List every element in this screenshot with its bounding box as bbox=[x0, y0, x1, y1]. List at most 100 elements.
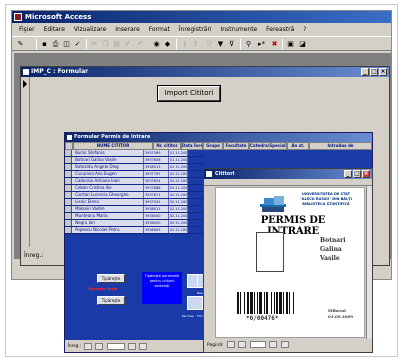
row-selector[interactable] bbox=[65, 171, 73, 177]
insert-hyperlink-icon[interactable]: ◉ bbox=[152, 40, 161, 49]
table-row[interactable]: Negru Ion393805002.11.2007 bbox=[65, 220, 205, 227]
menu-file[interactable]: Fişier bbox=[19, 26, 35, 33]
table-row[interactable]: Burac Stefania393736901.11.2004 bbox=[65, 150, 205, 157]
registration-date-cell[interactable]: 02.11.2007 bbox=[167, 213, 188, 219]
reader-name-cell[interactable]: Lisnic Elena bbox=[72, 199, 143, 205]
menu-view[interactable]: Vizualizare bbox=[74, 26, 106, 33]
table-row[interactable]: Popescu Nicolae Petru393806302.11.2007 bbox=[65, 227, 205, 234]
filter-by-selection-icon[interactable]: ▽ bbox=[205, 40, 214, 49]
spelling-icon[interactable]: ✓ bbox=[73, 40, 82, 49]
sort-descending-icon[interactable]: ↑ bbox=[191, 40, 200, 49]
format-painter-icon[interactable]: ✐ bbox=[123, 40, 132, 49]
group-cell[interactable] bbox=[187, 150, 205, 156]
reader-number-cell[interactable]: 3937797 bbox=[142, 171, 168, 177]
sort-ascending-icon[interactable]: ↓ bbox=[180, 40, 189, 49]
menu-tools[interactable]: Instrumente bbox=[221, 26, 258, 33]
column-header[interactable]: Grupa bbox=[203, 142, 223, 150]
registration-date-cell[interactable]: 02.11.2007 bbox=[167, 164, 188, 170]
table-row[interactable]: Lisnic Elena393794102.11.2007 bbox=[65, 199, 205, 206]
database-window-icon[interactable]: ▣ bbox=[286, 40, 295, 49]
reader-name-cell[interactable]: Caduraiu Adriana Ioan bbox=[72, 178, 143, 184]
print-one-button[interactable]: Tipăreşte bbox=[97, 274, 125, 283]
previous-page-button[interactable] bbox=[238, 341, 247, 348]
new-object-icon[interactable]: ◪ bbox=[298, 40, 307, 49]
row-selector[interactable] bbox=[65, 150, 73, 156]
reader-number-cell[interactable]: 3937941 bbox=[142, 199, 168, 205]
column-header[interactable]: An st. bbox=[287, 142, 309, 150]
reader-number-cell[interactable]: 3937369 bbox=[142, 150, 168, 156]
close-button[interactable]: × bbox=[362, 170, 370, 178]
table-row[interactable]: Ciortan Lucrecia Gheorghe 3937871 02.11.20… bbox=[65, 192, 205, 199]
cut-icon[interactable]: ✂ bbox=[90, 40, 99, 49]
group-cell[interactable] bbox=[187, 157, 205, 163]
table-row[interactable]: Botezatu Angela Oleg393801302.11.2007 bbox=[65, 164, 205, 171]
row-selector[interactable] bbox=[65, 220, 73, 226]
column-header[interactable]: Data Înreg. bbox=[181, 142, 203, 150]
reader-name-cell[interactable]: Ceban Cristina Ilie bbox=[72, 185, 143, 191]
row-selector[interactable] bbox=[65, 192, 73, 198]
paste-icon[interactable]: ▤ bbox=[112, 40, 121, 49]
close-button[interactable]: × bbox=[379, 68, 387, 76]
column-header[interactable]: Nr. cititor bbox=[153, 142, 181, 150]
filter-by-form-icon[interactable]: ▼ bbox=[216, 40, 225, 49]
reader-name-cell[interactable]: Negru Ion bbox=[72, 220, 143, 226]
next-page-button[interactable] bbox=[269, 341, 278, 348]
table-row[interactable]: Munteanu Maria393804002.11.2007 bbox=[65, 213, 205, 220]
registration-date-cell[interactable]: 02.11.2007 bbox=[167, 199, 188, 205]
row-selector[interactable] bbox=[65, 185, 73, 191]
table-row[interactable]: Malanin Vadim393801102.11.2007 bbox=[65, 206, 205, 213]
row-selector[interactable] bbox=[65, 199, 73, 205]
maximize-button[interactable]: □ bbox=[370, 68, 378, 76]
undo-icon[interactable]: ↶ bbox=[136, 40, 145, 49]
reader-number-cell[interactable]: 3938013 bbox=[142, 164, 168, 170]
registration-date-cell[interactable]: 02.11.2007 bbox=[167, 192, 188, 198]
table-row[interactable]: Ceban Cristina Ilie393786802.11.2007 bbox=[65, 185, 205, 192]
registration-date-cell[interactable]: 02.11.2007 bbox=[167, 206, 188, 212]
column-header[interactable]: Introdus de bbox=[309, 142, 372, 150]
row-selector[interactable] bbox=[65, 178, 73, 184]
reader-name-cell[interactable]: Botnari Galina Vasile bbox=[72, 157, 143, 163]
registration-date-cell[interactable]: 02.11.2007 bbox=[167, 220, 188, 226]
print-all-button[interactable]: Tipăreşte bbox=[97, 296, 125, 305]
menu-edit[interactable]: Editare bbox=[44, 26, 65, 33]
reader-number-cell[interactable]: 3937854 bbox=[142, 178, 168, 184]
registration-date-cell[interactable]: 01.11.2004 bbox=[167, 150, 188, 156]
reader-number-cell[interactable]: 3937868 bbox=[142, 185, 168, 191]
registration-date-cell[interactable]: 02.11.2007 bbox=[167, 178, 188, 184]
registration-date-cell[interactable]: 01.11.2007 bbox=[167, 157, 188, 163]
registration-date-cell[interactable]: 02.11.2007 bbox=[167, 171, 188, 177]
reader-name-cell[interactable]: Popescu Nicolae Petru bbox=[72, 227, 143, 233]
minimize-button[interactable]: _ bbox=[344, 170, 352, 178]
apply-filter-icon[interactable]: ⊽ bbox=[227, 40, 236, 49]
save-icon[interactable]: ▪ bbox=[40, 40, 49, 49]
copy-icon[interactable]: ❐ bbox=[101, 40, 110, 49]
first-record-button[interactable] bbox=[84, 342, 93, 350]
next-record-button[interactable] bbox=[128, 342, 137, 350]
row-selector[interactable] bbox=[65, 164, 73, 170]
reader-name-cell[interactable]: Munteanu Maria bbox=[72, 213, 143, 219]
last-page-button[interactable] bbox=[280, 341, 289, 348]
web-toolbar-icon[interactable]: ◆ bbox=[163, 40, 172, 49]
reader-name-cell[interactable]: Ciortan Lucrecia Gheorghe bbox=[72, 192, 143, 198]
import-readers-button[interactable]: Import Cititori bbox=[157, 85, 221, 102]
row-selector[interactable] bbox=[65, 157, 73, 163]
registration-date-cell[interactable]: 02.11.2007 bbox=[167, 185, 188, 191]
minimize-button[interactable]: _ bbox=[361, 68, 369, 76]
delete-record-icon[interactable]: ✖ bbox=[270, 40, 279, 49]
registration-date-cell[interactable]: 02.11.2007 bbox=[167, 227, 188, 233]
reader-number-cell[interactable]: 3938040 bbox=[142, 213, 168, 219]
menu-format[interactable]: Format bbox=[149, 26, 170, 33]
forms-tile-icon[interactable] bbox=[187, 296, 203, 310]
new-record-icon[interactable]: ▸* bbox=[257, 40, 266, 49]
find-icon[interactable]: ⚲ bbox=[244, 40, 253, 49]
maximize-button[interactable]: □ bbox=[353, 170, 361, 178]
record-number-field[interactable] bbox=[106, 342, 125, 350]
reader-name-cell[interactable]: Cucuiana Ana Eugen bbox=[72, 171, 143, 177]
last-record-button[interactable] bbox=[139, 342, 148, 350]
row-selector[interactable] bbox=[65, 206, 73, 212]
print-preview-icon[interactable]: ◫ bbox=[62, 40, 71, 49]
reader-name-cell[interactable]: Malanin Vadim bbox=[72, 206, 143, 212]
reader-number-cell[interactable]: 3938063 bbox=[142, 227, 168, 233]
menu-insert[interactable]: Inserare bbox=[115, 26, 140, 33]
table-row[interactable]: Caduraiu Adriana Ioan393785402.11.2007 bbox=[65, 178, 205, 185]
